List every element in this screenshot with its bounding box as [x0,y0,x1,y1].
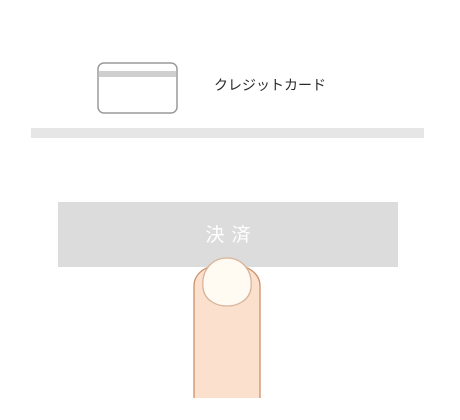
payment-option-credit-card[interactable]: クレジットカード [0,60,460,116]
section-divider [31,128,424,138]
credit-card-icon [97,62,178,114]
finger-tap-icon [186,248,268,398]
pay-button-label: 決済 [205,224,258,246]
payment-option-label: クレジットカード [214,78,326,94]
